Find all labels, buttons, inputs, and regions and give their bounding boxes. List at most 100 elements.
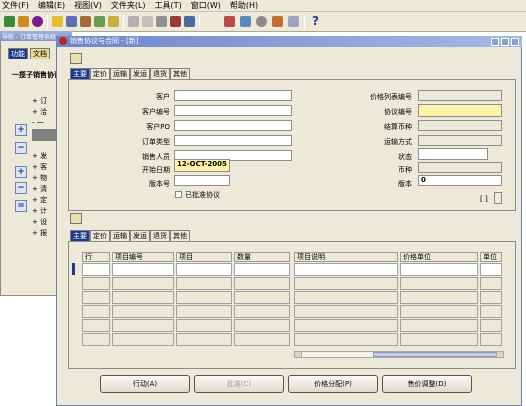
grid-cell[interactable]: [82, 333, 110, 346]
translate-icon[interactable]: [240, 16, 251, 27]
tree-item-selected[interactable]: [32, 129, 56, 141]
tree-item[interactable]: + 发: [32, 151, 56, 162]
tree-item[interactable]: + 订: [32, 96, 56, 107]
edit-icon[interactable]: [184, 16, 195, 27]
grid-cell[interactable]: [294, 319, 398, 332]
grid-cell[interactable]: [294, 291, 398, 304]
tree-item[interactable]: + 清: [32, 184, 56, 195]
tree-item[interactable]: + 报: [32, 228, 56, 239]
lines-tab-returns[interactable]: 退货: [150, 230, 170, 241]
grid-cell[interactable]: [294, 305, 398, 318]
grid-cell[interactable]: [112, 305, 174, 318]
grid-cell[interactable]: [400, 319, 478, 332]
zoom-icon[interactable]: [224, 16, 235, 27]
grid-cell[interactable]: [176, 263, 232, 276]
scroll-left-icon[interactable]: [295, 352, 302, 357]
grid-cell[interactable]: [294, 333, 398, 346]
grid-cell[interactable]: [294, 277, 398, 290]
menu-file[interactable]: 文件(F): [2, 0, 29, 11]
grid-cell[interactable]: [112, 319, 174, 332]
grid-cell[interactable]: [176, 319, 232, 332]
print-icon[interactable]: [66, 16, 77, 27]
grid-cell[interactable]: [112, 291, 174, 304]
attach-icon[interactable]: [80, 16, 91, 27]
tree-item[interactable]: + 洽: [32, 107, 56, 118]
tree-item[interactable]: + 计: [32, 206, 56, 217]
tab-fulfillment[interactable]: 发运: [130, 68, 150, 79]
customer-po-field[interactable]: [174, 120, 292, 131]
status-field[interactable]: [418, 148, 488, 160]
help-question-icon[interactable]: ?: [312, 14, 319, 28]
tree-item[interactable]: + 客: [32, 162, 56, 173]
grid-cell[interactable]: [234, 291, 290, 304]
shipping-method-field[interactable]: [418, 135, 502, 146]
attachment-icon[interactable]: [288, 16, 299, 27]
grid-cell[interactable]: [82, 277, 110, 290]
menu-tools[interactable]: 工具(T): [155, 0, 182, 11]
grid-cell[interactable]: [234, 277, 290, 290]
doc-icon[interactable]: [142, 16, 153, 27]
grid-cell[interactable]: [480, 291, 502, 304]
stop-icon[interactable]: [32, 16, 43, 27]
menu-edit[interactable]: 编辑(E): [38, 0, 65, 11]
grid-cell[interactable]: [480, 333, 502, 346]
cut-icon[interactable]: [108, 16, 119, 27]
maximize-button[interactable]: [501, 38, 509, 46]
tree-item[interactable]: + 定: [32, 195, 56, 206]
menu-folder[interactable]: 文件夹(L): [111, 0, 146, 11]
settlement-currency-field[interactable]: [418, 120, 502, 131]
currency-field[interactable]: [418, 162, 502, 173]
lines-tab-main[interactable]: 主要: [70, 230, 90, 241]
grid-cell[interactable]: [480, 305, 502, 318]
horizontal-scrollbar[interactable]: [294, 351, 504, 358]
tab-others[interactable]: 其他: [170, 68, 190, 79]
folder-tools-icon[interactable]: [70, 53, 82, 64]
grid-cell[interactable]: [112, 263, 174, 276]
minimize-button[interactable]: [491, 38, 499, 46]
grid-cell[interactable]: [234, 333, 290, 346]
grid-cell[interactable]: [176, 277, 232, 290]
lines-tab-pricing[interactable]: 定价: [90, 230, 110, 241]
grid-cell[interactable]: [480, 263, 502, 276]
price-adjustment-button[interactable]: 售价调整(D): [382, 375, 472, 393]
menu-view[interactable]: 视图(V): [74, 0, 102, 11]
approve-button[interactable]: 批准(C): [194, 375, 284, 393]
navigator-tab-documents[interactable]: 文档: [30, 48, 50, 59]
grid-cell[interactable]: [176, 333, 232, 346]
grid-cell[interactable]: [82, 305, 110, 318]
tab-pricing[interactable]: 定价: [90, 68, 110, 79]
grid-cell[interactable]: [294, 263, 398, 276]
price-allocation-button[interactable]: 价格分配(P): [288, 375, 378, 393]
close-button[interactable]: [511, 38, 519, 46]
tab-main[interactable]: 主要: [70, 68, 90, 79]
grid-cell[interactable]: [176, 305, 232, 318]
tab-returns[interactable]: 退货: [150, 68, 170, 79]
lines-tab-shipping[interactable]: 运输: [110, 230, 130, 241]
help-icon[interactable]: [272, 16, 283, 27]
open-icon[interactable]: [18, 16, 29, 27]
approved-checkbox[interactable]: [175, 191, 182, 198]
copy-icon[interactable]: [94, 16, 105, 27]
price-list-field[interactable]: [418, 90, 502, 101]
tree-item[interactable]: + 设: [32, 217, 56, 228]
new-icon[interactable]: [4, 16, 15, 27]
expand-button[interactable]: +: [15, 124, 27, 136]
flag-icon[interactable]: [256, 16, 267, 27]
grid-cell[interactable]: [234, 263, 290, 276]
grid-cell[interactable]: [400, 333, 478, 346]
version-number-field[interactable]: [174, 175, 230, 186]
lines-tab-others[interactable]: 其他: [170, 230, 190, 241]
scroll-thumb[interactable]: [373, 352, 497, 357]
delete-icon[interactable]: [170, 16, 181, 27]
collapse-button[interactable]: −: [15, 142, 27, 154]
customer-number-field[interactable]: [174, 105, 292, 116]
grid-cell[interactable]: [112, 333, 174, 346]
agreement-number-field[interactable]: [418, 104, 502, 117]
paste-icon[interactable]: [128, 16, 139, 27]
grid-cell[interactable]: [82, 291, 110, 304]
grid-cell[interactable]: [480, 319, 502, 332]
grid-cell[interactable]: [112, 277, 174, 290]
descriptive-flexfield[interactable]: [ ]: [480, 195, 488, 203]
tree-item[interactable]: - 一: [32, 118, 56, 129]
grid-cell[interactable]: [82, 263, 110, 276]
